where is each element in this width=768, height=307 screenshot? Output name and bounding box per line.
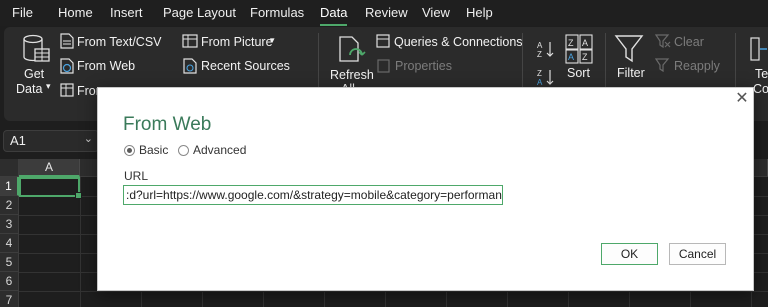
close-icon[interactable]: ✕ [731, 88, 753, 110]
radio-advanced[interactable]: Advanced [178, 143, 246, 157]
queries-icon [376, 34, 390, 48]
tab-help[interactable]: Help [466, 5, 493, 20]
row-header-4[interactable]: 4 [0, 234, 19, 253]
tab-formulas[interactable]: Formulas [250, 5, 304, 20]
svg-text:Z: Z [537, 69, 542, 78]
clear-filter-icon [655, 34, 671, 48]
database-icon [23, 34, 50, 62]
radio-advanced-label: Advanced [193, 143, 247, 157]
tab-insert[interactable]: Insert [110, 5, 143, 20]
cancel-button[interactable]: Cancel [669, 243, 726, 265]
from-web-dialog: ✕ From Web Basic Advanced URL :d?url=htt… [97, 87, 754, 291]
column-header-a[interactable]: A [19, 159, 80, 177]
from-text-csv-button[interactable]: From Text/CSV [77, 35, 162, 49]
tab-file[interactable]: File [12, 5, 33, 20]
name-box[interactable]: A1 ⌄ [3, 130, 99, 152]
reapply-icon [655, 58, 670, 73]
svg-text:Z: Z [537, 50, 542, 58]
row-header-2[interactable]: 2 [0, 196, 19, 215]
svg-text:Z: Z [582, 52, 588, 62]
get-data-label-2[interactable]: Data [16, 82, 42, 96]
web-page-icon [60, 58, 74, 74]
text-to-columns-button[interactable]: Te [755, 67, 768, 81]
refresh-all-button[interactable]: Refresh [330, 68, 374, 82]
properties-icon [377, 59, 390, 73]
excel-window: File Home Insert Page Layout Formulas Da… [0, 0, 768, 307]
svg-text:A: A [582, 38, 588, 48]
radio-selected-icon [124, 144, 135, 156]
row-header-6[interactable]: 6 [0, 272, 19, 291]
sort-descending-icon: Z A [537, 69, 554, 87]
chevron-down-icon: ▾ [46, 81, 51, 91]
text-to-columns-label-2[interactable]: Colu [753, 82, 768, 96]
name-box-value: A1 [10, 133, 26, 148]
properties-button[interactable]: Properties [395, 59, 452, 73]
active-cell-a1[interactable] [19, 177, 82, 199]
from-web-button[interactable]: From Web [77, 59, 135, 73]
radio-basic[interactable]: Basic [124, 143, 168, 157]
tab-home[interactable]: Home [58, 5, 93, 20]
chevron-down-icon: ⌄ [83, 133, 93, 145]
filter-button[interactable]: Filter [617, 66, 645, 80]
row-header-5[interactable]: 5 [0, 253, 19, 272]
url-input[interactable]: :d?url=https://www.google.com/&strategy=… [123, 185, 503, 205]
recent-sources-icon [183, 58, 197, 74]
svg-text:Z: Z [568, 38, 574, 48]
text-file-icon [60, 33, 74, 49]
radio-basic-label: Basic [139, 143, 169, 157]
url-label: URL [124, 169, 149, 183]
refresh-icon [339, 36, 366, 62]
row-header-1[interactable]: 1 [0, 177, 19, 196]
get-data-button[interactable]: Get [24, 67, 44, 81]
svg-text:A: A [537, 78, 543, 87]
gridline [19, 291, 768, 292]
row-header-7[interactable]: 7 [0, 291, 19, 307]
queries-connections-button[interactable]: Queries & Connections [394, 35, 523, 49]
sort-button[interactable]: Sort [567, 66, 590, 80]
select-all-corner[interactable] [0, 159, 19, 177]
svg-text:A: A [537, 41, 543, 50]
tab-data[interactable]: Data [320, 5, 348, 26]
tab-view[interactable]: View [422, 5, 450, 20]
tab-review[interactable]: Review [365, 5, 408, 20]
dialog-title: From Web [123, 114, 212, 135]
radio-unselected-icon [178, 144, 189, 156]
recent-sources-button[interactable]: Recent Sources [201, 59, 290, 73]
text-to-columns-icon [750, 37, 767, 61]
svg-text:A: A [568, 52, 574, 62]
table-icon [60, 83, 74, 97]
ok-button[interactable]: OK [601, 243, 658, 265]
sort-dialog-icon: Z A A Z [565, 34, 593, 64]
from-picture-button[interactable]: From Picture [201, 35, 273, 49]
tab-page-layout[interactable]: Page Layout [163, 5, 236, 20]
sort-ascending-icon: A Z [537, 41, 554, 58]
menu-bar: File Home Insert Page Layout Formulas Da… [0, 0, 768, 26]
row-header-3[interactable]: 3 [0, 215, 19, 234]
picture-table-icon [182, 34, 198, 48]
chevron-down-icon: ▾ [270, 35, 275, 45]
reapply-button[interactable]: Reapply [674, 59, 720, 73]
filter-icon [614, 35, 644, 63]
clear-button[interactable]: Clear [674, 35, 704, 49]
